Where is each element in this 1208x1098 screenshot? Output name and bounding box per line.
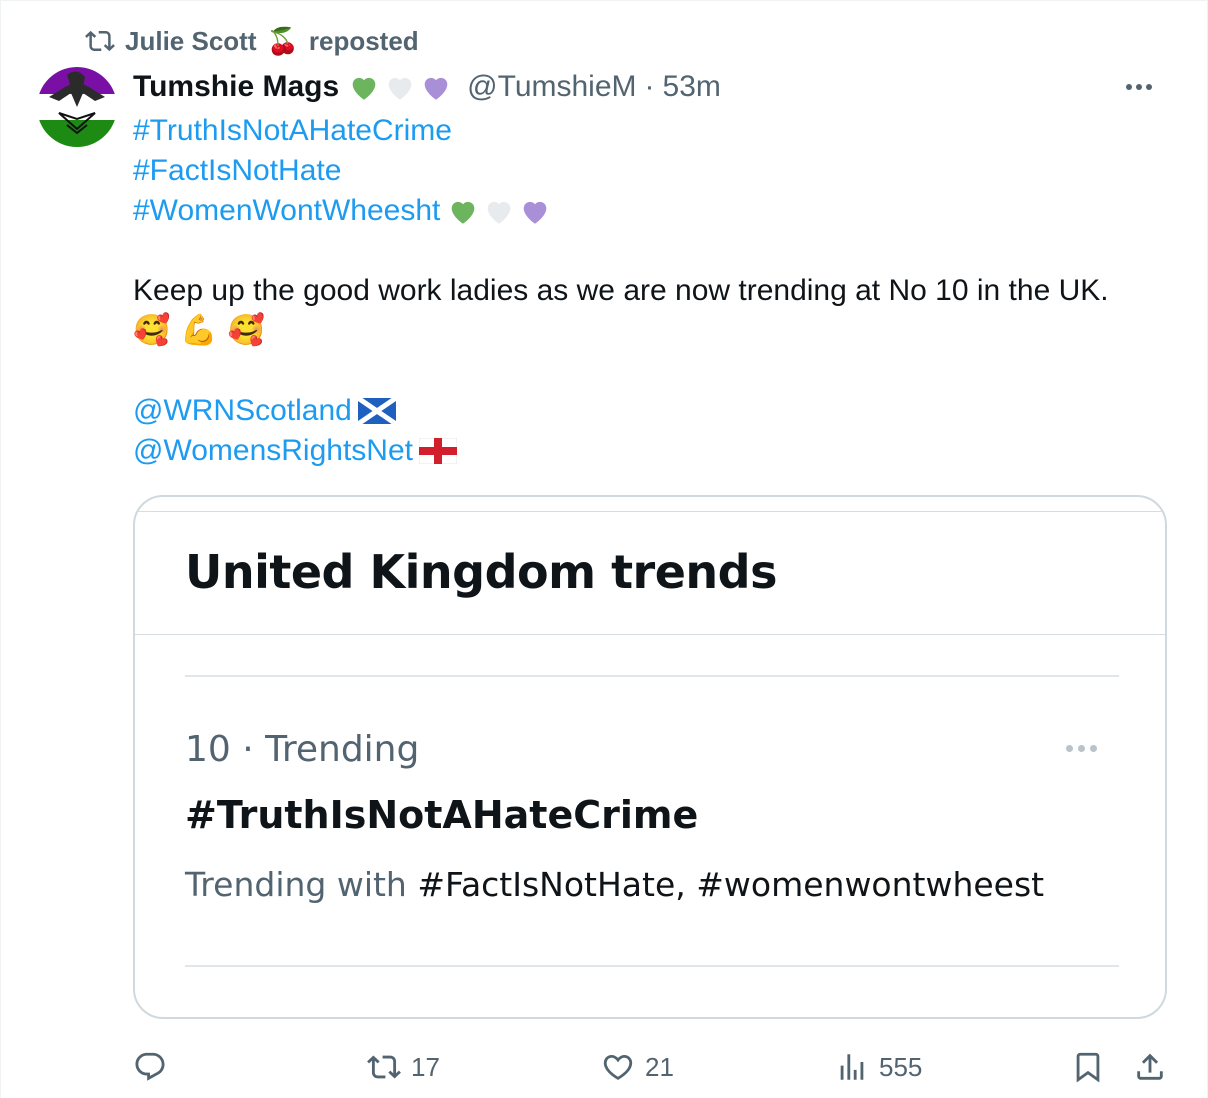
tweet-body: #TruthIsNotAHateCrime #FactIsNotHate #Wo… (133, 111, 1173, 471)
england-flag-icon (419, 438, 457, 464)
reply-button[interactable] (133, 1047, 177, 1087)
trending-with: Trending with #FactIsNotHate, #womenwont… (185, 865, 1044, 904)
divider (185, 675, 1119, 677)
bookmark-icon (1076, 1052, 1100, 1083)
repost-icon (367, 1055, 401, 1079)
media-card[interactable]: United Kingdom trends 10 · Trending #Tru… (133, 495, 1167, 1019)
author-name[interactable]: Tumshie Mags (133, 70, 339, 104)
green-heart-icon (452, 201, 475, 224)
reply-icon (135, 1052, 165, 1081)
tweet-header: Tumshie Mags @TumshieM · 53m (133, 65, 721, 109)
like-count: 21 (645, 1051, 674, 1082)
trending-with-tags: #FactIsNotHate, #womenwontwheest (417, 865, 1045, 904)
divider (185, 965, 1119, 967)
share-button[interactable] (1133, 1047, 1167, 1087)
card-title: United Kingdom trends (185, 545, 778, 599)
smiling-hearts-emoji: 🥰 (227, 314, 266, 347)
smiling-hearts-emoji: 🥰 (133, 314, 171, 347)
white-heart-icon (488, 201, 511, 224)
mention-link[interactable]: @WomensRightsNet (133, 431, 413, 471)
meta-separator: · (644, 70, 655, 103)
tweet-text: Keep up the good work ladies as we are n… (133, 274, 1109, 307)
cherry-emoji: 🍒 (266, 25, 299, 56)
body-hearts (446, 194, 552, 228)
hashtag-link[interactable]: #FactIsNotHate (133, 151, 341, 191)
repost-icon (85, 30, 115, 52)
like-button[interactable]: 21 (601, 1047, 674, 1087)
dot-icon (1136, 84, 1142, 90)
scotland-flag-icon (357, 398, 396, 424)
white-heart-icon (388, 77, 412, 100)
views-count: 555 (879, 1051, 923, 1082)
repost-button[interactable]: 17 (367, 1047, 440, 1087)
dot-icon (1126, 84, 1132, 90)
purple-heart-icon (524, 201, 547, 224)
repost-count: 17 (411, 1051, 440, 1082)
heart-icon (603, 1054, 633, 1080)
trend-more-icon (1066, 745, 1097, 752)
purple-heart-icon (424, 77, 448, 100)
more-options-button[interactable] (1119, 73, 1159, 101)
author-handle[interactable]: @TumshieM (467, 70, 636, 104)
reposted-label: reposted (308, 25, 419, 56)
hashtag-link[interactable]: #TruthIsNotAHateCrime (133, 111, 452, 151)
green-heart-icon (352, 77, 376, 100)
share-icon (1137, 1053, 1163, 1080)
flexed-biceps-emoji: 💪 (180, 314, 218, 347)
name-hearts (347, 70, 453, 104)
dot-icon (1146, 84, 1152, 90)
views-button[interactable]: 555 (835, 1047, 922, 1087)
trend-hashtag: #TruthIsNotAHateCrime (185, 793, 699, 837)
views-icon (840, 1054, 864, 1080)
tweet-container[interactable]: Julie Scott 🍒 reposted Tumshie Mags @Tum… (0, 0, 1208, 1098)
hashtag-link[interactable]: #WomenWontWheesht (133, 191, 440, 231)
repost-context: Julie Scott 🍒 reposted (85, 23, 419, 59)
reposter-name[interactable]: Julie Scott (125, 26, 256, 57)
avatar[interactable] (37, 67, 117, 147)
action-bar: 17 21 555 (1, 1041, 1207, 1091)
timestamp[interactable]: 53m (663, 70, 721, 104)
trending-with-label: Trending with (185, 865, 418, 904)
bookmark-button[interactable] (1071, 1047, 1105, 1087)
trend-rank: 10 · Trending (185, 729, 420, 770)
mention-link[interactable]: @WRNScotland (133, 391, 352, 431)
